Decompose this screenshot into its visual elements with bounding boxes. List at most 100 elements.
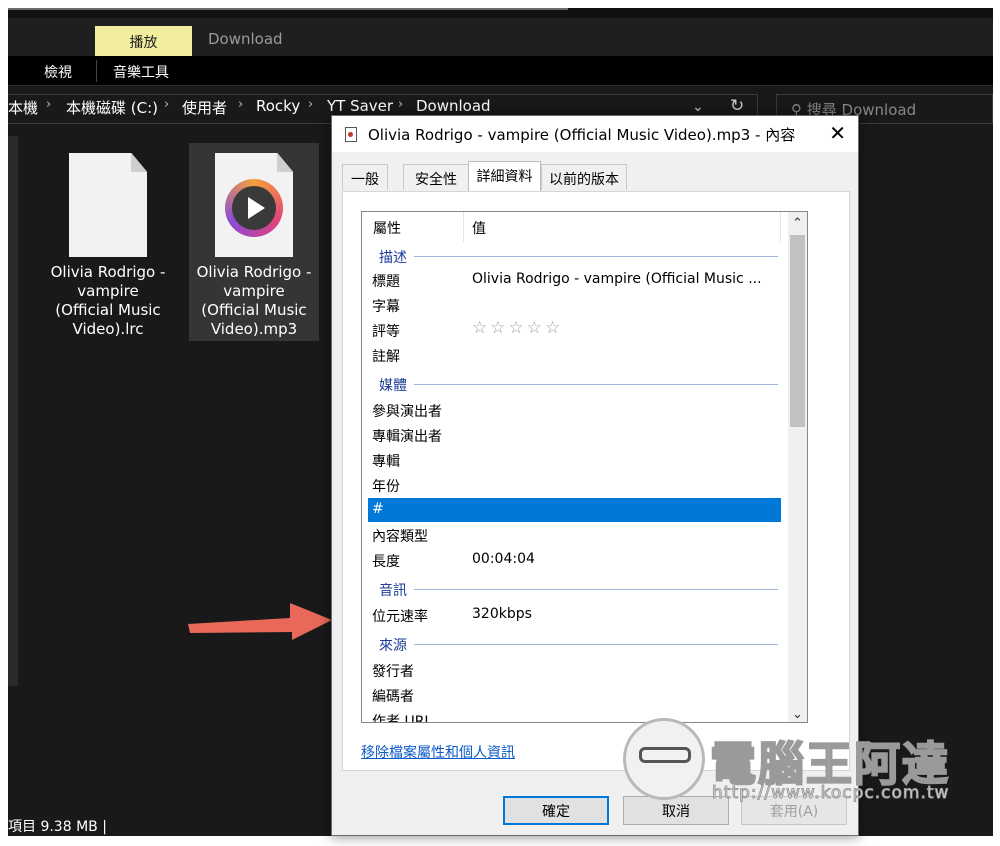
row-album-artist[interactable]: 專輯演出者: [362, 423, 781, 447]
property-name: 作者 URL: [372, 714, 433, 723]
property-value: 320kbps: [472, 606, 532, 622]
property-value: Olivia Rodrigo - vampire (Official Music…: [472, 271, 762, 287]
ribbon-tab-view[interactable]: 檢視: [44, 62, 72, 82]
ribbon-subtabs: 檢視 音樂工具: [8, 56, 993, 86]
group-description: 描述: [362, 245, 792, 266]
row-year[interactable]: 年份: [362, 473, 781, 497]
row-bitrate[interactable]: 位元速率 320kbps: [362, 603, 781, 627]
row-length[interactable]: 長度 00:04:04: [362, 548, 781, 572]
property-name: 位元速率: [372, 609, 428, 625]
watermark-mascot-icon: [623, 718, 705, 800]
property-value: 00:04:04: [472, 551, 535, 567]
breadcrumb-users[interactable]: 使用者: [182, 97, 227, 118]
row-album[interactable]: 專輯: [362, 448, 781, 472]
breadcrumb-download[interactable]: Download: [416, 97, 491, 115]
property-name: 專輯: [372, 454, 400, 470]
chevron-right-icon: ›: [238, 97, 244, 112]
group-audio: 音訊: [362, 578, 792, 599]
column-divider[interactable]: [780, 212, 781, 242]
column-header-value[interactable]: 值: [472, 218, 486, 238]
ok-button[interactable]: 確定: [503, 796, 609, 825]
row-track-number[interactable]: #: [368, 498, 781, 522]
group-divider: [414, 644, 778, 645]
property-name: 評等: [372, 324, 400, 340]
chevron-right-icon: ›: [46, 97, 52, 112]
group-media: 媒體: [362, 373, 792, 394]
dialog-titlebar: Olivia Rodrigo - vampire (Official Music…: [332, 116, 858, 152]
document-fold: [277, 153, 293, 172]
vertical-scrollbar[interactable]: ⌃ ⌄: [788, 212, 807, 722]
column-header-property[interactable]: 屬性: [373, 218, 401, 238]
ribbon-tab-play[interactable]: 播放: [95, 26, 192, 58]
ribbon-tab-download[interactable]: Download: [208, 30, 283, 48]
title-strip: [8, 8, 993, 18]
document-fold: [131, 153, 147, 172]
row-comment[interactable]: 註解: [362, 343, 781, 367]
chevron-down-icon[interactable]: ⌄: [692, 99, 704, 115]
row-genre[interactable]: 內容類型: [362, 523, 781, 547]
file-name-line: Olivia Rodrigo -: [50, 263, 166, 281]
file-name-line: (Official Music: [201, 301, 307, 319]
group-label: 描述: [379, 250, 407, 266]
tab-general[interactable]: 一般: [342, 164, 388, 190]
file-item-mp3[interactable]: Olivia Rodrigo - vampire (Official Music…: [189, 143, 319, 341]
star-rating[interactable]: ☆☆☆☆☆: [472, 318, 563, 338]
chevron-right-icon: ›: [398, 97, 404, 112]
row-author-url[interactable]: 作者 URL: [362, 708, 781, 723]
property-list[interactable]: 屬性 值 描述 標題 Olivia Rodrigo - vampire (Off…: [361, 211, 808, 723]
watermark-url: http://www.kocpc.com.tw: [711, 783, 950, 804]
file-name-line: vampire: [77, 282, 139, 300]
refresh-icon[interactable]: ↻: [730, 96, 744, 116]
group-label: 媒體: [379, 378, 407, 394]
property-name: 年份: [372, 479, 400, 495]
media-file-icon: [215, 153, 293, 257]
scrollbar-thumb[interactable]: [790, 235, 805, 427]
dialog-title: Olivia Rodrigo - vampire (Official Music…: [368, 126, 796, 144]
property-name: 編碼者: [372, 689, 414, 705]
file-name-line: vampire: [223, 282, 285, 300]
ribbon-tab-music-tools[interactable]: 音樂工具: [113, 62, 169, 82]
row-title[interactable]: 標題 Olivia Rodrigo - vampire (Official Mu…: [362, 268, 781, 292]
remove-properties-link[interactable]: 移除檔案屬性和個人資訊: [361, 742, 515, 762]
row-publisher[interactable]: 發行者: [362, 658, 781, 682]
tab-previous-versions[interactable]: 以前的版本: [541, 164, 627, 190]
breadcrumb-rocky[interactable]: Rocky: [256, 97, 300, 115]
file-item-lrc[interactable]: Olivia Rodrigo - vampire (Official Music…: [43, 143, 173, 339]
chevron-down-icon[interactable]: ⌄: [792, 707, 803, 722]
navigation-pane-edge[interactable]: [8, 136, 18, 686]
breadcrumb-local-disk[interactable]: 本機磁碟 (C:): [66, 97, 158, 118]
column-divider[interactable]: [463, 212, 464, 242]
mp3-file-icon: [345, 127, 357, 142]
group-origin: 來源: [362, 633, 792, 654]
breadcrumb-this-pc[interactable]: 本機: [8, 97, 38, 118]
tab-security[interactable]: 安全性: [403, 164, 469, 190]
ribbon-tabs: 播放 Download: [8, 18, 993, 58]
close-icon[interactable]: ✕: [829, 121, 846, 145]
property-name: 註解: [372, 349, 400, 365]
row-encoded-by[interactable]: 編碼者: [362, 683, 781, 707]
details-panel: 屬性 值 描述 標題 Olivia Rodrigo - vampire (Off…: [342, 191, 850, 771]
row-rating[interactable]: 評等 ☆☆☆☆☆: [362, 318, 781, 342]
chevron-right-icon: ›: [164, 97, 170, 112]
property-name: 長度: [372, 554, 400, 570]
breadcrumb-yt-saver[interactable]: YT Saver: [327, 97, 393, 115]
file-name-line: Video).mp3: [210, 320, 298, 338]
property-name: 專輯演出者: [372, 429, 442, 445]
group-divider: [414, 384, 778, 385]
row-subtitle[interactable]: 字幕: [362, 293, 781, 317]
chevron-up-icon[interactable]: ⌃: [792, 216, 803, 231]
tab-details[interactable]: 詳細資料: [468, 161, 541, 191]
row-contributing-artists[interactable]: 參與演出者: [362, 398, 781, 422]
property-name: 參與演出者: [372, 404, 442, 420]
property-name: #: [372, 501, 384, 517]
ribbon-divider: [96, 60, 97, 82]
property-name: 發行者: [372, 664, 414, 680]
file-name-line: (Official Music: [55, 301, 161, 319]
group-divider: [414, 589, 778, 590]
chevron-right-icon: ›: [308, 97, 314, 112]
document-icon: [69, 153, 147, 257]
list-header: 屬性 值: [362, 212, 807, 242]
file-name-line: Video).lrc: [72, 320, 144, 338]
group-label: 來源: [379, 638, 407, 654]
property-name: 標題: [372, 274, 400, 290]
